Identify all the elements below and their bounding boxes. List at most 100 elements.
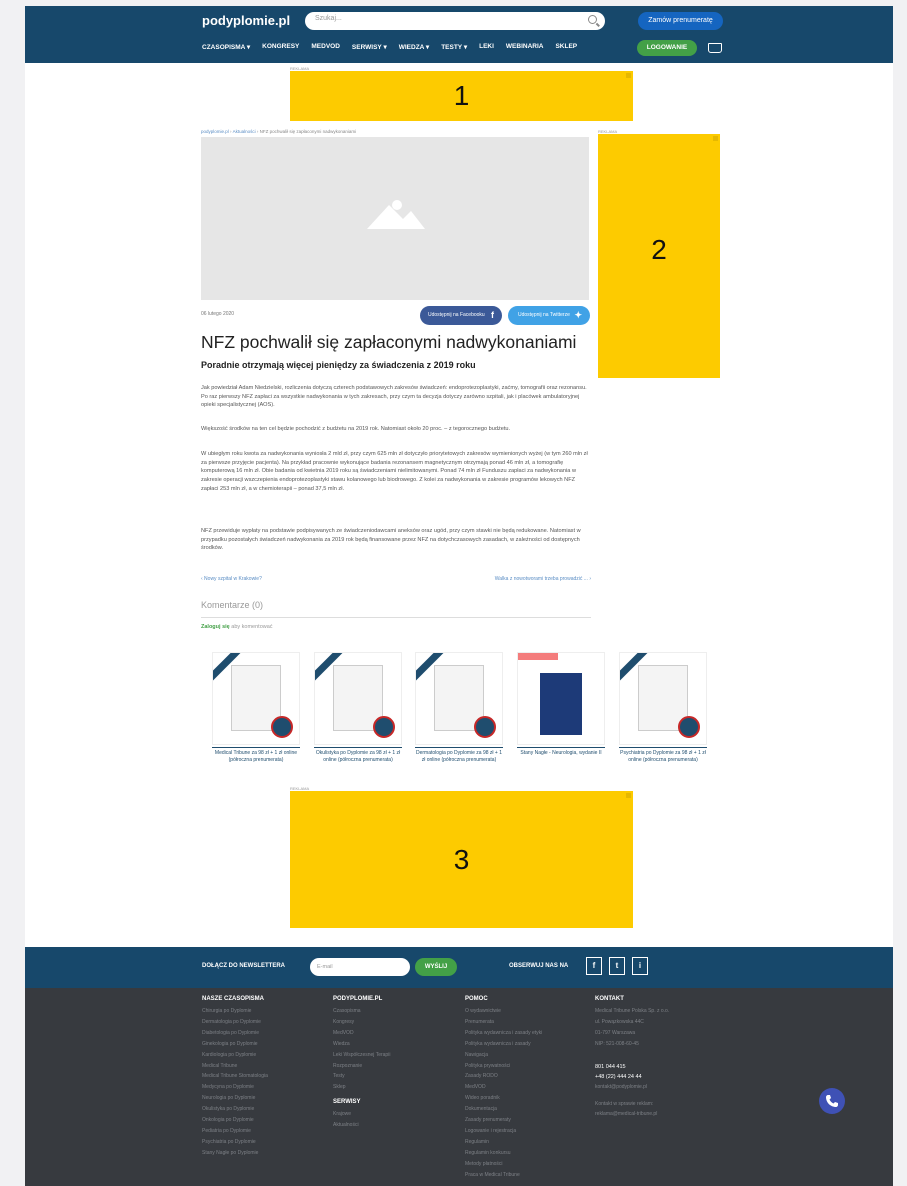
footer-link[interactable]: Metody płatności — [465, 1159, 542, 1170]
contact-line[interactable]: 01-797 Warszawa — [595, 1028, 669, 1039]
product-caption[interactable]: Medical Tribune za 98 zł + 1 zł online (… — [212, 750, 300, 763]
divider — [415, 747, 503, 748]
product-card[interactable]: Dermatologia po Dyplomie za 98 zł + 1 zł… — [415, 652, 503, 763]
ad-close-icon[interactable] — [626, 793, 631, 798]
footer-link[interactable]: MedVOD — [333, 1028, 390, 1039]
nav-item-testy[interactable]: TESTY ▾ — [441, 43, 467, 51]
subscribe-button[interactable]: Zamów prenumeratę — [638, 12, 723, 30]
footer-link[interactable]: Testy — [333, 1071, 390, 1082]
footer-link[interactable]: Medical Tribune Stomatologia — [202, 1071, 268, 1082]
footer-link[interactable]: Prenumerata — [465, 1017, 542, 1028]
footer-link[interactable]: Regulamin konkursu — [465, 1148, 542, 1159]
footer-link[interactable]: Leki Współczesnej Terapii — [333, 1050, 390, 1061]
ad-close-icon[interactable] — [626, 73, 631, 78]
footer-link[interactable]: Polityka wydawnicza i zasady — [465, 1039, 542, 1050]
product-caption[interactable]: Stany Nagłe - Neurologia, wydanie II — [517, 750, 605, 757]
footer-link[interactable]: Diabetologia po Dyplomie — [202, 1028, 268, 1039]
ad-banner-bottom[interactable]: 3 — [290, 791, 633, 928]
product-card[interactable]: Psychiatria po Dyplomie za 98 zł + 1 zł … — [619, 652, 707, 763]
article-paragraph: Jak powiedział Adam Niedzielski, rozlicz… — [201, 385, 587, 409]
footer-link[interactable]: Regulamin — [465, 1137, 542, 1148]
share-twitter-button[interactable]: Udostępnij na Twitterze ✦ — [508, 306, 590, 325]
footer-link[interactable]: Neurologia po Dyplomie — [202, 1093, 268, 1104]
nav-item-serwisy[interactable]: SERWISY ▾ — [352, 43, 387, 51]
contact-phone[interactable]: 801 044 415 — [595, 1062, 669, 1072]
ad-banner-top[interactable]: 1 — [290, 71, 633, 121]
cart-icon[interactable] — [708, 43, 722, 53]
contact-phone[interactable]: +48 (22) 444 24 44 — [595, 1072, 669, 1082]
contact-email[interactable]: kontakt@podyplomie.pl — [595, 1082, 669, 1093]
footer-link[interactable]: Psychiatria po Dyplomie — [202, 1137, 268, 1148]
footer-link[interactable]: Czasopisma — [333, 1006, 390, 1017]
search-icon[interactable] — [588, 15, 597, 24]
site-logo[interactable]: podyplomie.pl — [202, 13, 290, 28]
instagram-icon[interactable]: i — [632, 957, 648, 975]
footer-link[interactable]: Kongresy — [333, 1017, 390, 1028]
product-card[interactable]: Medical Tribune za 98 zł + 1 zł online (… — [212, 652, 300, 763]
phone-call-button[interactable] — [819, 1088, 845, 1114]
footer-link[interactable]: Praca w Medical Tribune — [465, 1170, 542, 1181]
product-caption[interactable]: Okulistyka po Dyplomie za 98 zł + 1 zł o… — [314, 750, 402, 763]
footer-link[interactable]: Medical Tribune — [202, 1061, 268, 1072]
footer-link[interactable]: Ginekologia po Dyplomie — [202, 1039, 268, 1050]
product-tablet-badge — [678, 716, 700, 738]
product-caption[interactable]: Dermatologia po Dyplomie za 98 zł + 1 zł… — [415, 750, 503, 763]
footer-link[interactable]: Zasady RODO — [465, 1071, 542, 1082]
footer-link[interactable]: Kardiologia po Dyplomie — [202, 1050, 268, 1061]
footer-link[interactable]: Wideo poradnik — [465, 1093, 542, 1104]
footer-link[interactable]: Polityka prywatności — [465, 1061, 542, 1072]
contact-line[interactable]: NIP: 521-008-60-45 — [595, 1039, 669, 1050]
footer-link[interactable]: Sklep — [333, 1082, 390, 1093]
ad-banner-sidebar[interactable]: 2 — [598, 134, 720, 378]
product-caption[interactable]: Psychiatria po Dyplomie za 98 zł + 1 zł … — [619, 750, 707, 763]
footer-link[interactable]: Onkologia po Dyplomie — [202, 1115, 268, 1126]
contact-ads-email[interactable]: reklama@medical-tribune.pl — [595, 1109, 669, 1120]
footer-link[interactable]: Chirurgia po Dyplomie — [202, 1006, 268, 1017]
footer-link[interactable]: Stany Nagłe po Dyplomie — [202, 1148, 268, 1159]
next-article-link[interactable]: Walka z nowotworami trzeba prowadzić ...… — [495, 576, 591, 582]
nav-item-sklep[interactable]: SKLEP — [555, 43, 577, 51]
contact-line[interactable]: Medical Tribune Polska Sp. z o.o. — [595, 1006, 669, 1017]
footer-link[interactable]: Logowanie i rejestracja — [465, 1126, 542, 1137]
footer-link[interactable]: Okulistyka po Dyplomie — [202, 1104, 268, 1115]
newsletter-email-input[interactable]: E-mail — [310, 958, 410, 976]
nav-item-czasopisma[interactable]: CZASOPISMA ▾ — [202, 43, 250, 51]
article-paragraph: Większość środków na ten cel będzie poch… — [201, 426, 511, 432]
footer-link[interactable]: Rozpoznanie — [333, 1061, 390, 1072]
footer-link[interactable]: Medycyna po Dyplomie — [202, 1082, 268, 1093]
nav-item-webinaria[interactable]: WEBINARIA — [506, 43, 544, 51]
footer-link[interactable]: O wydawnictwie — [465, 1006, 542, 1017]
newsletter-send-button[interactable]: WYŚLIJ — [415, 958, 457, 976]
search-input[interactable]: Szukaj... — [305, 12, 605, 30]
breadcrumb-home[interactable]: podyplomie.pl — [201, 129, 229, 134]
nav-item-wiedza[interactable]: WIEDZA ▾ — [399, 43, 429, 51]
share-facebook-button[interactable]: Udostępnij na Facebooku f — [420, 306, 502, 325]
nav-item-leki[interactable]: LEKI — [479, 43, 494, 51]
footer-link[interactable]: Polityka wydawnicza i zasady etyki — [465, 1028, 542, 1039]
product-card[interactable]: Okulistyka po Dyplomie za 98 zł + 1 zł o… — [314, 652, 402, 763]
footer-link[interactable]: Aktualności — [333, 1120, 390, 1131]
footer-link[interactable]: Wiedza — [333, 1039, 390, 1050]
divider — [212, 747, 300, 748]
footer-link[interactable]: Pediatria po Dyplomie — [202, 1126, 268, 1137]
footer-link[interactable]: MedVOD — [465, 1082, 542, 1093]
comments-login-link[interactable]: Zaloguj się — [201, 624, 230, 630]
footer-link[interactable]: Zasady prenumeraty — [465, 1115, 542, 1126]
ad-close-icon[interactable] — [713, 136, 718, 141]
breadcrumb-section[interactable]: Aktualności — [233, 129, 256, 134]
prev-article-link[interactable]: ‹ Nowy szpital w Krakowie? — [201, 576, 262, 582]
facebook-icon[interactable]: f — [586, 957, 602, 975]
footer-link[interactable]: Nawigacja — [465, 1050, 542, 1061]
contact-line[interactable]: ul. Powązkowska 44C — [595, 1017, 669, 1028]
nav-item-medvod[interactable]: MEDVOD — [311, 43, 340, 51]
twitter-icon[interactable]: t — [609, 957, 625, 975]
login-button[interactable]: LOGOWANIE — [637, 40, 697, 56]
product-image — [212, 652, 300, 745]
nav-item-kongresy[interactable]: KONGRESY — [262, 43, 299, 51]
footer-link[interactable]: Dokumentacja — [465, 1104, 542, 1115]
ad-number: 3 — [453, 844, 470, 875]
product-card[interactable]: Stany Nagłe - Neurologia, wydanie II — [517, 652, 605, 757]
comments-login-note: Zaloguj się aby komentować — [201, 624, 273, 630]
footer-link[interactable]: Dermatologia po Dyplomie — [202, 1017, 268, 1028]
footer-link[interactable]: Krajowe — [333, 1109, 390, 1120]
